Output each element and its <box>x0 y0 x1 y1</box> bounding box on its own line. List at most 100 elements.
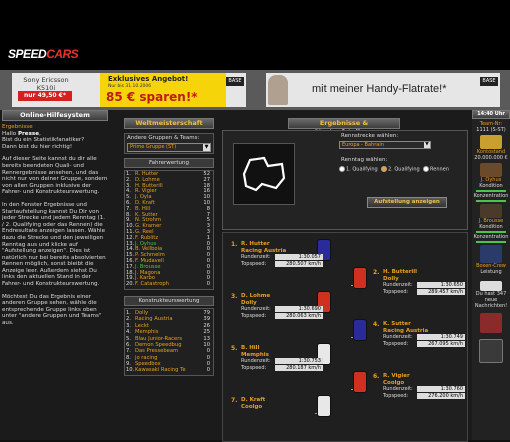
track-thumbnail-icon[interactable] <box>479 339 503 363</box>
driver-name: F. Catastroph <box>135 281 169 288</box>
ad-brand-logo: BASE <box>226 77 244 86</box>
ad-brand-logo-right: BASE <box>480 77 498 86</box>
radio-race[interactable]: Rennen <box>423 166 449 173</box>
calendar-icon[interactable] <box>480 313 502 333</box>
ad-model-image <box>268 75 288 105</box>
constructor-position: 10. <box>126 367 135 374</box>
ad-subline: Nur bis 31.10.2006 <box>108 84 152 89</box>
boxen-crew-sub: Leistung <box>480 269 502 275</box>
radio-button[interactable] <box>423 166 429 172</box>
radio-button-selected[interactable] <box>381 166 387 172</box>
group-select[interactable]: Prime Gruppe (ST) ▼ <box>127 143 211 152</box>
ad-offer: 85 € sparen!* <box>106 90 198 104</box>
constructor-standings-list: 1. Dolly 79 2. Racing Austria 39 3. Leckt 26 4. Me… <box>124 307 214 376</box>
radio-qualifying-1-label: 1. Qualifying <box>346 166 378 173</box>
driver-2-condition-bar <box>476 231 506 233</box>
lap-time-row: Rundenzeit: 1:30.690 <box>241 306 333 313</box>
chevron-down-icon[interactable]: ▼ <box>203 144 210 151</box>
starting-grid: R. Hutter Racing Austria Rundenzeit: 1:30.0… <box>222 232 468 442</box>
ad-headline: Exklusives Angebot! <box>108 75 189 83</box>
top-speed-value: 267.095 km/h <box>417 341 465 347</box>
top-speed-label: Topspeed: <box>241 365 267 371</box>
radio-qualifying-1[interactable]: 1. Qualifying <box>339 166 378 173</box>
grid-position: 4. <box>373 321 380 328</box>
grid-entry[interactable]: R. Hutter Racing Austria Rundenzeit: 1:30.0… <box>241 241 333 268</box>
constructor-name: Racing Austria <box>135 316 173 323</box>
grid-position: 6. <box>373 373 380 380</box>
help-paragraph-2: In den Fenster Ergebnisse und Startaufst… <box>2 201 106 288</box>
grid-entry[interactable]: D. Kraft Coolgo <box>241 397 333 410</box>
top-speed-row: Topspeed: 280.063 km/h <box>241 313 333 320</box>
driver-1-role: Kondition <box>479 183 503 189</box>
chevron-down-icon[interactable]: ▼ <box>424 142 430 148</box>
race-car-icon <box>353 371 367 393</box>
money-icon[interactable] <box>480 135 502 149</box>
lap-time-row: Rundenzeit: 1:30.749 <box>383 334 467 341</box>
lap-time-label: Rundenzeit: <box>241 306 271 312</box>
track-select[interactable]: Europa - Bahrain ▼ <box>339 141 431 149</box>
driver-1-value: Konzentration <box>473 193 509 199</box>
driver-avatar-icon-2[interactable] <box>480 204 502 218</box>
grid-position: 1. <box>231 241 238 248</box>
constructor-name: Dolly <box>135 309 149 316</box>
top-speed-label: Topspeed: <box>383 393 409 399</box>
lap-time-value: 1:30.650 <box>417 282 465 288</box>
constructor-name: Demon Speedbug <box>135 341 182 348</box>
group-select-box: Andere Gruppen & Teams: Prime Gruppe (ST… <box>124 133 214 154</box>
help-line-2: Dann bist du hier richtig! <box>2 143 73 150</box>
group-label: Andere Gruppen & Teams: <box>127 135 200 141</box>
messages-text[interactable]: Du hast 347 neue Nachrichten! <box>472 291 510 309</box>
top-speed-label: Topspeed: <box>241 313 267 319</box>
constructor-name: Das Pressebeam <box>135 348 179 355</box>
logo-cars-text: CARS <box>46 47 79 61</box>
group-select-value: Prime Gruppe (ST) <box>130 144 177 150</box>
ad-price: nur 49,50 €* <box>18 91 72 101</box>
radio-button[interactable] <box>339 166 345 172</box>
help-paragraph-1: Auf dieser Seite kannst du dir alle bere… <box>2 156 108 196</box>
lap-time-value: 1:30.749 <box>417 334 465 340</box>
ad-banner-right[interactable]: mit meiner Handy-Flatrate!* BASE <box>266 73 500 107</box>
ad-row: Sony Ericsson K510i nur 49,50 €* Exklusi… <box>0 70 510 110</box>
radio-qualifying-2[interactable]: 2. Qualifying <box>381 166 420 173</box>
grid-position: 5. <box>231 345 238 352</box>
grid-entry[interactable]: H. Butterill Dolly Rundenzeit: 1:30.650 Tops… <box>383 269 467 296</box>
lap-time-value: 1:30.760 <box>417 386 465 392</box>
lap-time-row: Rundenzeit: 1:30.753 <box>241 358 333 365</box>
standings-panel: Weltmeisterschaft Andere Gruppen & Teams… <box>124 118 214 440</box>
track-map <box>233 143 295 205</box>
driver-standings-list: 1. R. Hutter 52 2. D. Lohme 27 3. H. Butterill 1… <box>124 170 214 290</box>
constructor-standing-row[interactable]: 10. Kawasaki Racing Te 0 <box>125 367 213 373</box>
top-speed-row: Topspeed: 267.095 km/h <box>383 341 467 348</box>
top-speed-row: Topspeed: 280.187 km/h <box>241 365 333 372</box>
show-grid-button[interactable]: Aufstellung anzeigen <box>367 197 447 208</box>
grid-entry[interactable]: K. Sutter Racing Austria Rundenzeit: 1:30.7… <box>383 321 467 348</box>
team-number: 1111 (S-ST) <box>476 127 506 133</box>
driver-avatar-icon[interactable] <box>480 163 502 177</box>
grid-entry[interactable]: B. Hill Memphis Rundenzeit: 1:30.753 Topspee… <box>241 345 333 372</box>
ad-flatrate-text: mit meiner Handy-Flatrate!* <box>312 83 447 95</box>
lap-time-label: Rundenzeit: <box>241 358 271 364</box>
driver-1-condition-bar <box>476 190 506 192</box>
top-speed-label: Topspeed: <box>241 261 267 267</box>
day-label: Renntag wählen: <box>341 157 388 163</box>
kontostand-value: 20.000.000 € <box>474 155 508 161</box>
crew-icon[interactable] <box>480 245 502 263</box>
lap-time-row: Rundenzeit: 1:30.760 <box>383 386 467 393</box>
grid-team-name: Coolgo <box>241 403 263 410</box>
clock: 14:40 Uhr <box>472 110 510 119</box>
logo-speed-text: SPEED <box>8 47 47 61</box>
mail-icon[interactable] <box>480 281 502 291</box>
grid-entry[interactable]: R. Vigier Coolgo Rundenzeit: 1:30.760 Topspe… <box>383 373 467 400</box>
driver-standing-row[interactable]: 20. F. Catastroph 0 <box>125 281 213 288</box>
help-panel-title: Online-Hilfesystem <box>2 110 108 121</box>
speedcars-logo[interactable]: SPEEDCARS <box>8 47 79 61</box>
ad-banner-left[interactable]: Sony Ericsson K510i nur 49,50 €* Exklusi… <box>12 73 246 107</box>
top-speed-row: Topspeed: 289.457 km/h <box>383 289 467 296</box>
greeting-user: Presse <box>17 130 40 137</box>
top-speed-value: 280.187 km/h <box>275 365 323 371</box>
grid-entry[interactable]: D. Lohme Dolly Rundenzeit: 1:30.690 Topspeed… <box>241 293 333 320</box>
results-panel: Ergebnisse & Startaufstellung Rennstreck… <box>222 118 468 442</box>
constructor-name: Leckt <box>135 322 149 329</box>
top-speed-label: Topspeed: <box>383 289 409 295</box>
help-paragraph-3: Möchtest Du das Ergebnis einer anderen G… <box>2 293 102 327</box>
